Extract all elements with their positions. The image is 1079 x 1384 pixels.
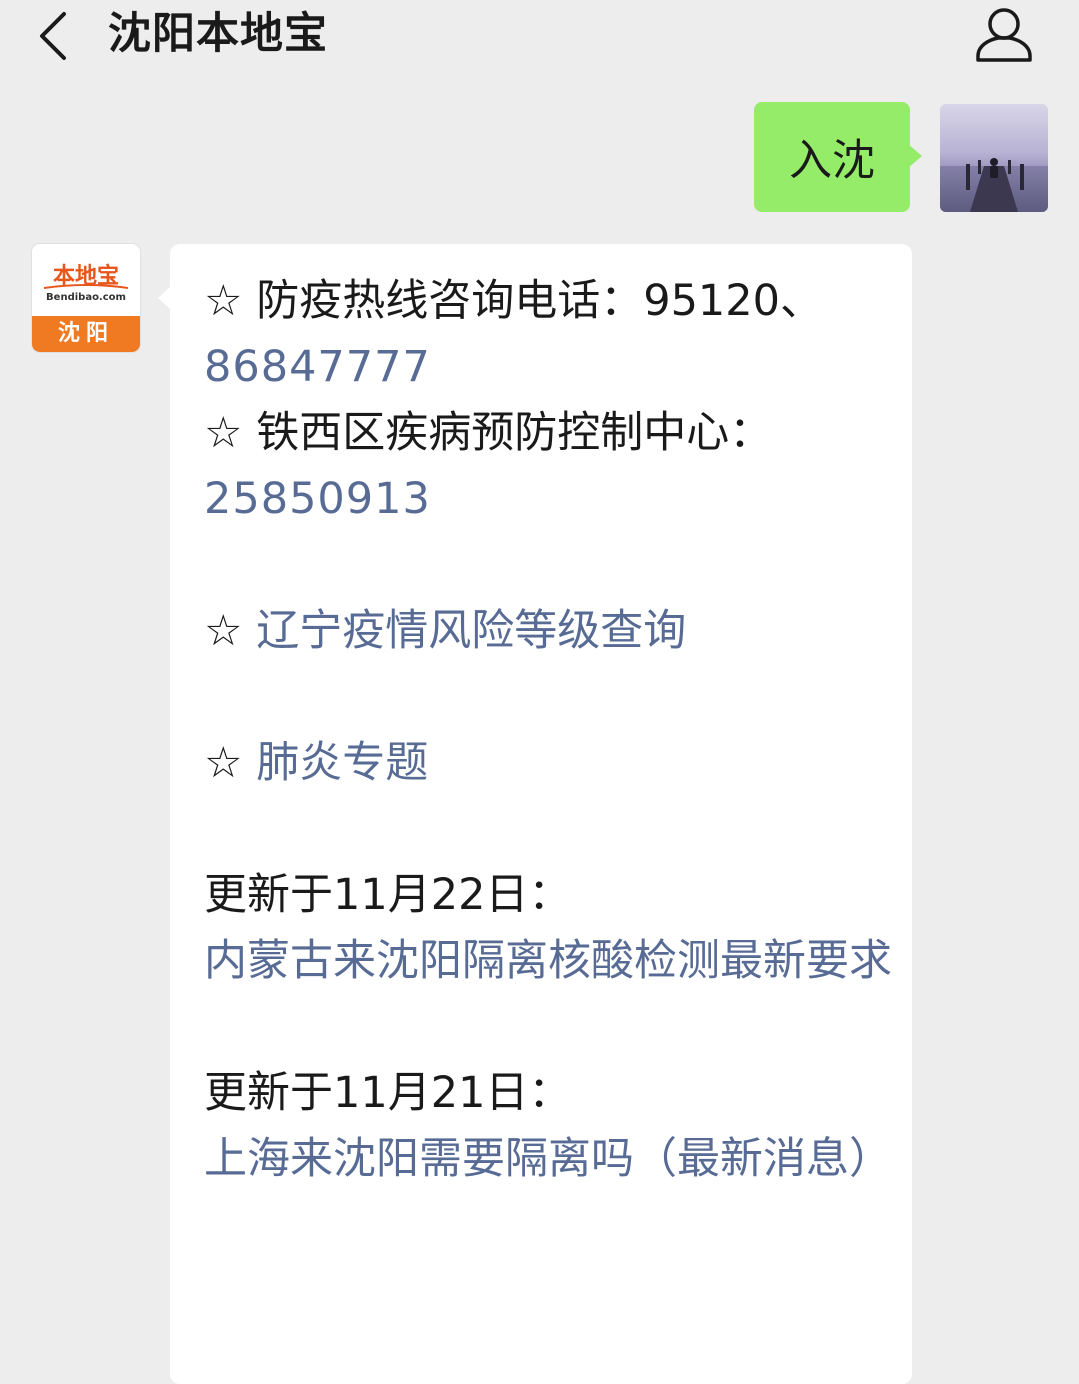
topic-row: ☆ 肺炎专题 <box>204 730 894 796</box>
logo-city: 沈阳 <box>32 316 140 352</box>
avatar-image <box>940 104 1048 212</box>
risk-query-row: ☆ 辽宁疫情风险等级查询 <box>204 598 894 664</box>
star-icon: ☆ <box>204 606 257 656</box>
user-icon <box>976 8 1032 62</box>
hotline-label: ☆ 防疫热线咨询电话：95120、 <box>204 276 824 326</box>
pneumonia-topic-link[interactable]: 肺炎专题 <box>256 738 428 788</box>
chat-header: 沈阳本地宝 <box>0 0 1079 72</box>
incoming-message-content: ☆ 防疫热线咨询电话：95120、 86847777 ☆ 铁西区疾病预防控制中心… <box>204 268 894 1192</box>
chevron-left-icon <box>40 12 66 60</box>
update-2-link[interactable]: 上海来沈阳需要隔离吗（最新消息） <box>204 1126 894 1192</box>
official-account-avatar[interactable]: 本地宝 Bendibao.com 沈阳 <box>32 244 140 352</box>
risk-query-link[interactable]: 辽宁疫情风险等级查询 <box>256 606 686 656</box>
profile-button[interactable] <box>972 4 1036 66</box>
update-1-label: 更新于11月22日： <box>204 870 572 920</box>
user-avatar[interactable] <box>940 104 1048 212</box>
logo-url: Bendibao.com <box>46 292 126 303</box>
logo-swoosh-icon <box>43 284 129 289</box>
logo-top: 本地宝 Bendibao.com <box>32 244 140 316</box>
back-button[interactable] <box>30 8 80 64</box>
cdc-phone-link[interactable]: 25850913 <box>204 466 894 532</box>
chat-title: 沈阳本地宝 <box>108 9 328 59</box>
update-1-link[interactable]: 内蒙古来沈阳隔离核酸检测最新要求 <box>204 928 894 994</box>
star-icon: ☆ <box>204 738 257 788</box>
outgoing-message-text: 入沈 <box>789 136 875 186</box>
update-2-label: 更新于11月21日： <box>204 1068 572 1118</box>
outgoing-message-bubble[interactable]: 入沈 <box>754 102 910 212</box>
bubble-tail <box>908 144 922 168</box>
outgoing-message-row: 入沈 <box>0 102 1079 214</box>
hotline-phone-link[interactable]: 86847777 <box>204 334 894 400</box>
cdc-label: ☆ 铁西区疾病预防控制中心： <box>204 408 773 458</box>
